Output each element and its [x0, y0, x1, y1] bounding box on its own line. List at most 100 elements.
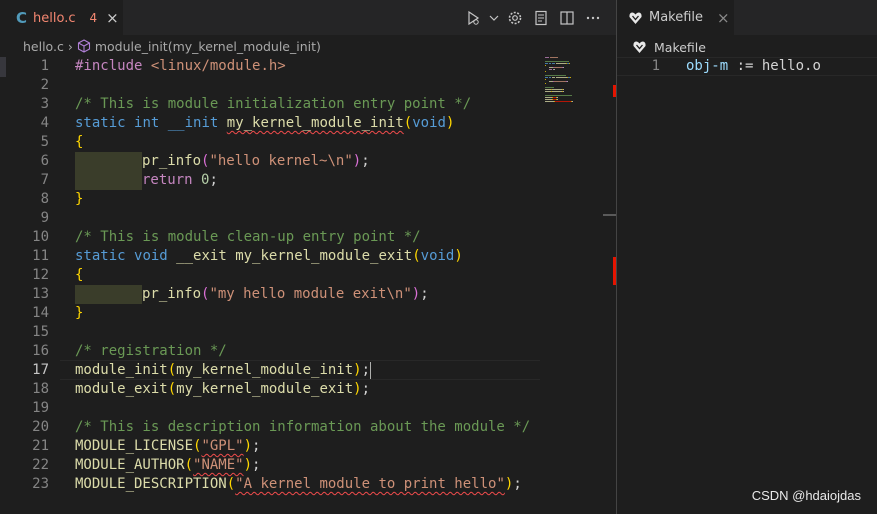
- line-number: 7: [40, 172, 49, 188]
- code-token: ;: [361, 153, 370, 169]
- code-token: (: [167, 381, 177, 397]
- code-token: ): [243, 457, 253, 473]
- line-number: 20: [32, 419, 49, 435]
- code-editor[interactable]: 1 #include <linux/module.h> 2 3/* This is m…: [0, 57, 540, 494]
- tab-hello-c[interactable]: C hello.c 4 ×: [0, 0, 123, 35]
- minimap-stroke: [556, 77, 567, 78]
- minimap-stroke: [556, 97, 558, 98]
- code-line[interactable]: 23 MODULE_DESCRIPTION("A kernel module to…: [0, 475, 540, 494]
- tab-makefile[interactable]: Makefile ×: [617, 0, 734, 35]
- makefile-icon: [627, 10, 643, 26]
- code-line[interactable]: 18 module_exit(my_kernel_module_exit);: [0, 380, 540, 399]
- line-text: /* registration */: [75, 342, 227, 361]
- minimap-stroke: [566, 81, 568, 82]
- code-token: ;: [209, 172, 218, 188]
- code-token: module_init: [75, 362, 168, 378]
- preview-icon[interactable]: [530, 7, 552, 29]
- tab-label: Makefile: [649, 10, 704, 25]
- code-token: my_kernel_module_exit: [235, 248, 413, 264]
- vertical-scrollbar[interactable]: [603, 57, 617, 514]
- code-token: void: [412, 115, 446, 131]
- code-line[interactable]: 10 /* This is module clean-up entry point…: [0, 228, 540, 247]
- split-editor-icon[interactable]: [556, 7, 578, 29]
- editor-actions: [462, 0, 604, 35]
- code-token: {: [75, 134, 84, 150]
- code-line[interactable]: 4 static int __init my_kernel_module_init…: [0, 114, 540, 133]
- code-token: pr_info: [142, 153, 202, 169]
- code-line[interactable]: 22 MODULE_AUTHOR("NAME");: [0, 456, 540, 475]
- tab-label: hello.c: [33, 10, 76, 26]
- line-number: 8: [40, 191, 49, 207]
- code-token: my_kernel_module_exit: [176, 381, 354, 397]
- code-line[interactable]: 5{: [0, 133, 540, 152]
- line-text: #include <linux/module.h>: [75, 57, 286, 76]
- code-line[interactable]: 14}: [0, 304, 540, 323]
- code-line[interactable]: 12 {: [0, 266, 540, 285]
- code-line[interactable]: 3 /* This is module initialization entry …: [0, 95, 540, 114]
- code-token: return: [142, 172, 193, 188]
- code-line[interactable]: 7 return 0;: [0, 171, 540, 190]
- more-actions-icon[interactable]: [582, 7, 604, 29]
- left-editor-group: C hello.c 4 × hello.c › module_init(my_k…: [0, 0, 617, 514]
- minimap-stroke: [563, 67, 564, 68]
- code-line[interactable]: 20 /* This is description information abo…: [0, 418, 540, 437]
- close-icon[interactable]: ×: [106, 9, 119, 27]
- code-token: my_kernel_module_init: [176, 362, 354, 378]
- breadcrumb-file[interactable]: Makefile: [654, 40, 706, 55]
- code-line[interactable]: 16 /* registration */: [0, 342, 540, 361]
- code-line[interactable]: 1 #include <linux/module.h>: [0, 57, 540, 76]
- run-icon[interactable]: [462, 7, 484, 29]
- minimap-stroke: [563, 91, 564, 92]
- minimap[interactable]: [545, 57, 603, 107]
- line-number: 18: [32, 381, 49, 397]
- code-line[interactable]: 17 module_init(my_kernel_module_init);: [0, 361, 540, 380]
- scrollbar-thumb[interactable]: [603, 214, 617, 216]
- code-line[interactable]: 15: [0, 323, 540, 342]
- code-token: "A kernel module to print hello": [235, 476, 505, 492]
- line-number: 12: [32, 267, 49, 283]
- code-line[interactable]: 21 MODULE_LICENSE("GPL");: [0, 437, 540, 456]
- code-line[interactable]: 2: [0, 76, 540, 95]
- watermark: CSDN @hdaiojdas: [751, 488, 861, 503]
- chevron-down-icon[interactable]: [488, 7, 500, 29]
- breadcrumb-file[interactable]: hello.c: [23, 39, 64, 54]
- line-number: 2: [40, 77, 49, 93]
- line-number: 9: [40, 210, 49, 226]
- minimap-stroke: [545, 75, 566, 76]
- text-cursor: [370, 361, 372, 379]
- code-line[interactable]: 11 static void __exit my_kernel_module_ex…: [0, 247, 540, 266]
- line-number: 1: [651, 58, 660, 74]
- minimap-stroke: [552, 77, 555, 78]
- minimap-stroke: [572, 101, 573, 102]
- close-icon[interactable]: ×: [717, 9, 730, 27]
- code-token: ): [454, 248, 463, 264]
- code-token: "GPL": [201, 438, 244, 454]
- minimap-stroke: [549, 63, 551, 64]
- code-token: }: [75, 305, 84, 321]
- line-number: 22: [32, 457, 49, 473]
- code-line[interactable]: 13 pr_info("my hello module exit\n");: [0, 285, 540, 304]
- code-line[interactable]: 6 pr_info("hello kernel~\n");: [0, 152, 540, 171]
- minimap-stroke: [555, 101, 571, 102]
- code-line[interactable]: 19: [0, 399, 540, 418]
- settings-icon[interactable]: [504, 7, 526, 29]
- minimap-stroke: [545, 63, 548, 64]
- indent-whitespace-highlight: [75, 285, 142, 304]
- minimap-stroke: [553, 67, 562, 68]
- breadcrumb-symbol[interactable]: module_init(my_kernel_module_init): [95, 39, 321, 54]
- line-text: return 0;: [75, 171, 218, 190]
- minimap-stroke: [550, 57, 558, 58]
- code-line[interactable]: 9: [0, 209, 540, 228]
- code-line[interactable]: 8}: [0, 190, 540, 209]
- minimap-stroke: [554, 69, 555, 70]
- code-token: ;: [252, 438, 261, 454]
- code-token: ): [352, 153, 362, 169]
- code-token: static: [75, 115, 126, 131]
- minimap-stroke: [545, 83, 546, 84]
- line-text: {: [75, 133, 83, 152]
- line-text: pr_info("hello kernel~\n");: [75, 152, 370, 171]
